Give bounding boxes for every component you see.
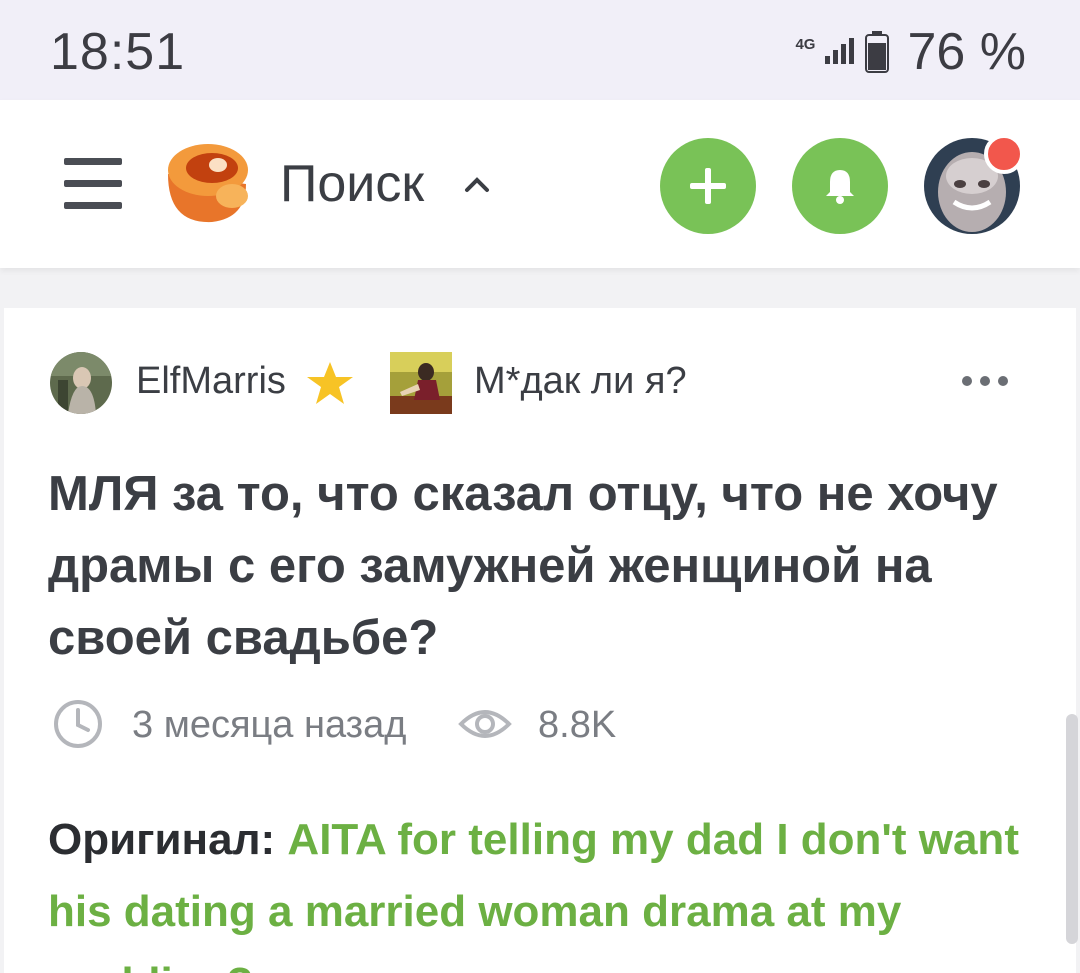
notifications-button[interactable] [792,138,888,234]
post-time: 3 месяца назад [132,704,407,746]
more-icon-dot [980,376,990,386]
community-avatar[interactable] [390,352,452,414]
search-label[interactable]: Поиск [280,154,424,214]
battery-percent: 76 % [907,23,1026,81]
clock-icon [54,700,102,748]
chevron-up-icon[interactable] [462,170,492,200]
original-source: Оригинал: AITA for telling my dad I don'… [48,804,1028,973]
battery-icon [865,31,890,73]
author-name[interactable]: ElfMarris [136,360,286,403]
notification-badge [984,134,1024,174]
signal-icon [825,38,855,64]
eye-icon [458,710,512,738]
author-avatar[interactable] [50,352,112,414]
community-name[interactable]: М*дак ли я? [474,360,687,403]
status-indicators: 4G 76 % [795,22,1026,82]
author-avatar-image [50,352,112,414]
bell-icon [826,170,854,204]
more-options-button[interactable] [962,376,1008,386]
more-icon-dot [998,376,1008,386]
menu-icon-line [64,202,122,209]
original-label: Оригинал: [48,815,276,864]
menu-icon-line [64,158,122,165]
add-post-button[interactable] [660,138,756,234]
post-card: ElfMarris М*дак ли я? МЛЯ за то, что ска… [4,308,1076,973]
app-bar: Поиск [0,100,1080,268]
star-icon [307,362,353,404]
plus-icon [690,168,726,204]
status-time: 18:51 [50,23,186,81]
more-icon-dot [962,376,972,386]
status-bar: 18:51 4G 76 % [0,0,1080,100]
community-avatar-image [390,352,452,414]
network-type: 4G [795,36,816,53]
menu-button[interactable] [64,158,122,210]
menu-icon-line [64,180,122,187]
view-count: 8.8K [538,704,617,746]
post-title[interactable]: МЛЯ за то, что сказал отцу, что не хочу … [48,458,1008,674]
scrollbar[interactable] [1066,714,1078,944]
logo-icon[interactable] [160,140,256,228]
